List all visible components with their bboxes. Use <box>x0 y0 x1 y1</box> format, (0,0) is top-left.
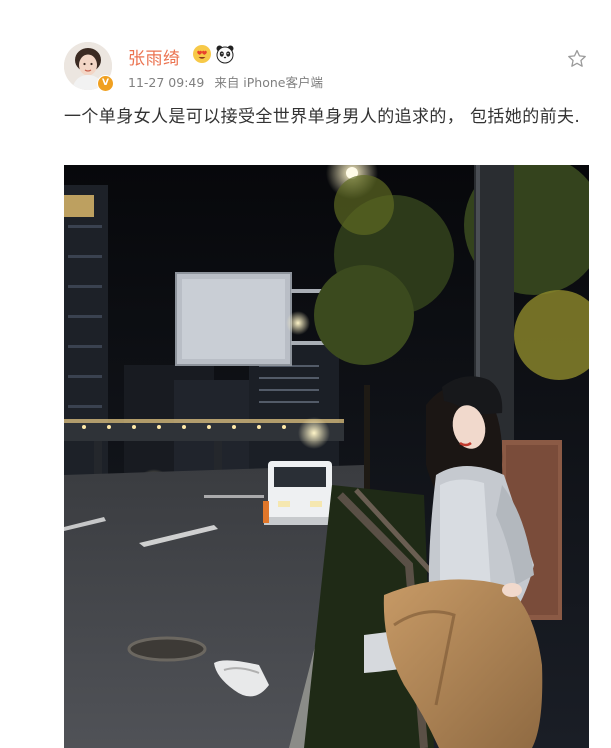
post-timestamp: 11-27 09:49 <box>128 75 205 90</box>
post-meta: 11-27 09:49 来自 iPhone客户端 <box>128 72 323 91</box>
username[interactable]: 张雨绮 <box>128 44 181 69</box>
panda-emoji-icon <box>216 45 234 64</box>
favorite-star-icon[interactable] <box>566 48 588 70</box>
post-source[interactable]: 来自 iPhone客户端 <box>214 75 323 90</box>
verified-badge: V <box>97 75 114 92</box>
post-photo[interactable] <box>64 165 589 748</box>
post-text: 一个单身女人是可以接受全世界单身男人的追求的， 包括她的前夫. <box>64 107 581 127</box>
night-street-photo <box>64 165 589 748</box>
love-heart-emoji-icon <box>193 45 211 63</box>
post-header: V 张雨绮 11-27 09:49 来自 iPhone客户端 <box>0 36 611 96</box>
